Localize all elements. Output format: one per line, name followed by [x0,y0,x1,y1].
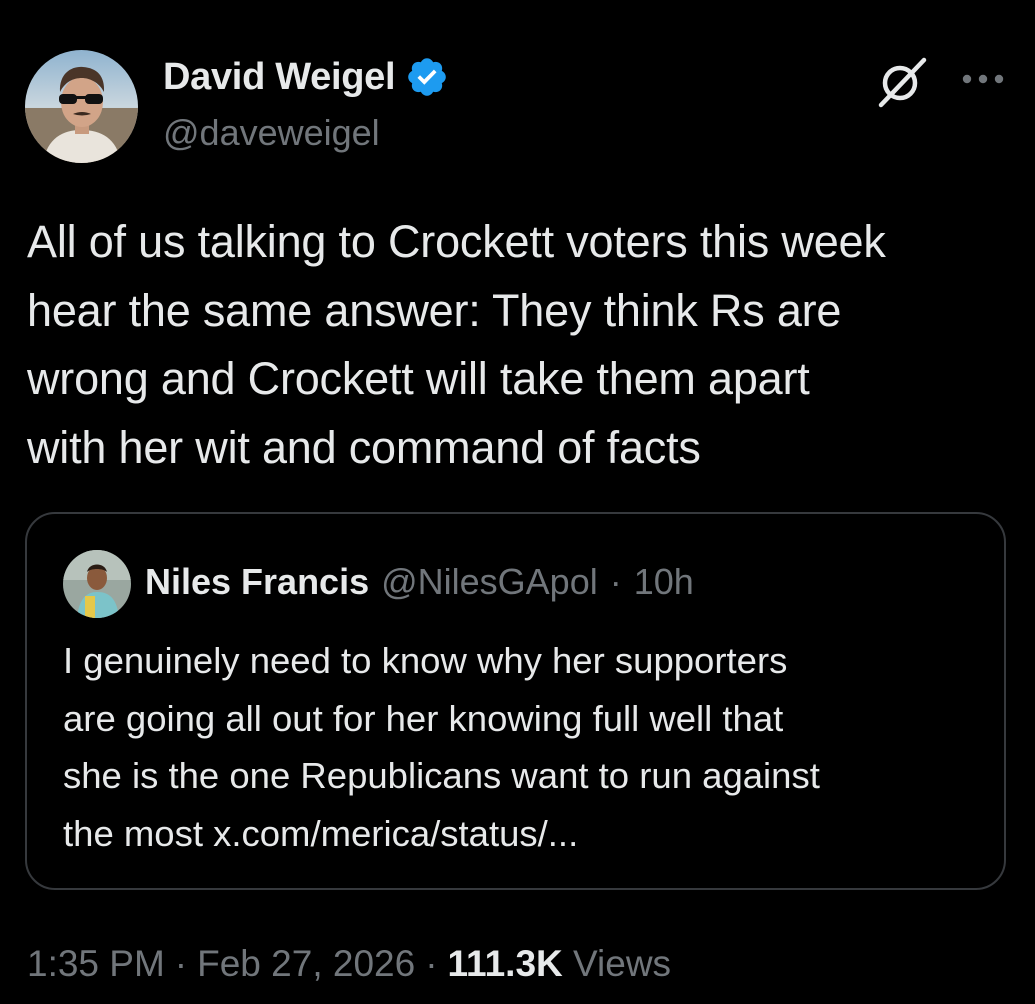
verified-badge-icon [405,55,449,99]
quoted-timestamp[interactable]: 10h [634,561,694,603]
author-handle[interactable]: @daveweigel [163,112,380,154]
avatar-image [25,50,138,163]
quoted-author-handle[interactable]: @NilesGApol [381,561,598,603]
views-count[interactable]: 111.3K [448,943,563,984]
meta-separator: · [174,943,188,984]
author-avatar[interactable] [25,50,138,163]
tweet-meta: 1:35 PM · Feb 27, 2026 · 111.3K Views [27,938,671,990]
views-label: Views [573,943,672,984]
quoted-separator: · [609,561,622,602]
meta-separator: · [425,943,438,984]
author-name[interactable]: David Weigel [163,56,396,99]
more-icon[interactable] [960,64,1006,94]
quoted-tweet-header: Niles Francis @NilesGApol · 10h [145,554,694,610]
quoted-tweet-card[interactable]: Niles Francis @NilesGApol · 10h I genuin… [25,512,1006,890]
author-name-row: David Weigel [163,52,449,102]
tweet[interactable]: David Weigel @daveweigel All of us talki… [0,0,1035,1004]
tweet-text: All of us talking to Crockett voters thi… [27,216,886,473]
quoted-author-name[interactable]: Niles Francis [145,561,369,603]
quoted-tweet-text: I genuinely need to know why her support… [63,640,820,854]
tweet-date[interactable]: Feb 27, 2026 [197,943,415,985]
quoted-avatar-image [63,550,131,618]
quoted-author-avatar[interactable] [63,550,131,618]
grok-icon[interactable] [872,52,932,112]
tweet-time[interactable]: 1:35 PM [27,943,165,985]
